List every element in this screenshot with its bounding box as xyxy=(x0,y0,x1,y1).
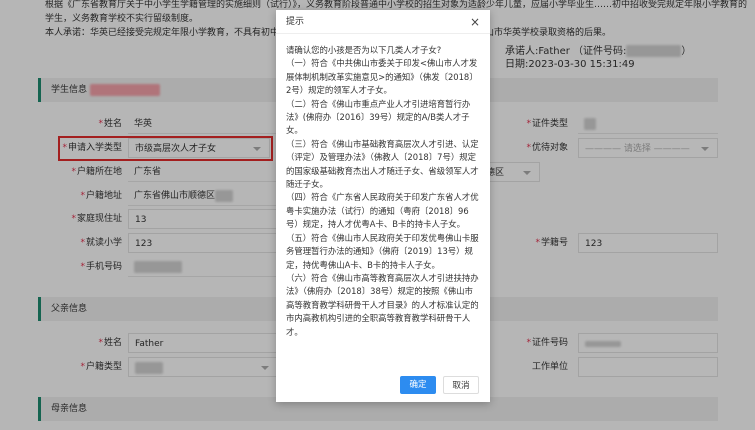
criteria-item: （四）符合《广东省人民政府关于印发广东省人才优粤卡实施办法（试行）的通知（粤府〔… xyxy=(286,192,479,230)
dialog-question: 请确认您的小孩是否为以下几类人才子女? xyxy=(286,45,442,55)
confirm-dialog: 提示 × 请确认您的小孩是否为以下几类人才子女? （一）符合《中共佛山市委关于印… xyxy=(276,10,490,402)
confirm-button[interactable]: 确定 xyxy=(400,376,436,394)
dialog-body: 请确认您的小孩是否为以下几类人才子女? （一）符合《中共佛山市委关于印发<佛山市… xyxy=(276,34,490,339)
criteria-item: （一）符合《中共佛山市委关于印发<佛山市人才发展体制机制改革实施意见>的通知》（… xyxy=(286,58,478,96)
criteria-item: （六）符合《佛山市高等教育高层次人才引进扶持办法》（佛府办〔2018〕38号）规… xyxy=(286,272,479,337)
criteria-item: （五）符合《佛山市人民政府关于印发优粤佛山卡服务管理暂行办法的通知》（佛府〔20… xyxy=(286,232,479,270)
dialog-header: 提示 xyxy=(276,10,490,34)
dialog-title: 提示 xyxy=(286,17,305,27)
cancel-button[interactable]: 取消 xyxy=(443,376,479,394)
criteria-item: （三）符合《佛山市基础教育高层次人才引进、认定（评定）及管理办法》（佛教人〔20… xyxy=(286,138,479,190)
close-icon[interactable]: × xyxy=(470,15,480,29)
criteria-item: （二）符合《佛山市重点产业人才引进培育暂行办法》(佛府办〔2016〕39号）规定… xyxy=(286,98,471,136)
